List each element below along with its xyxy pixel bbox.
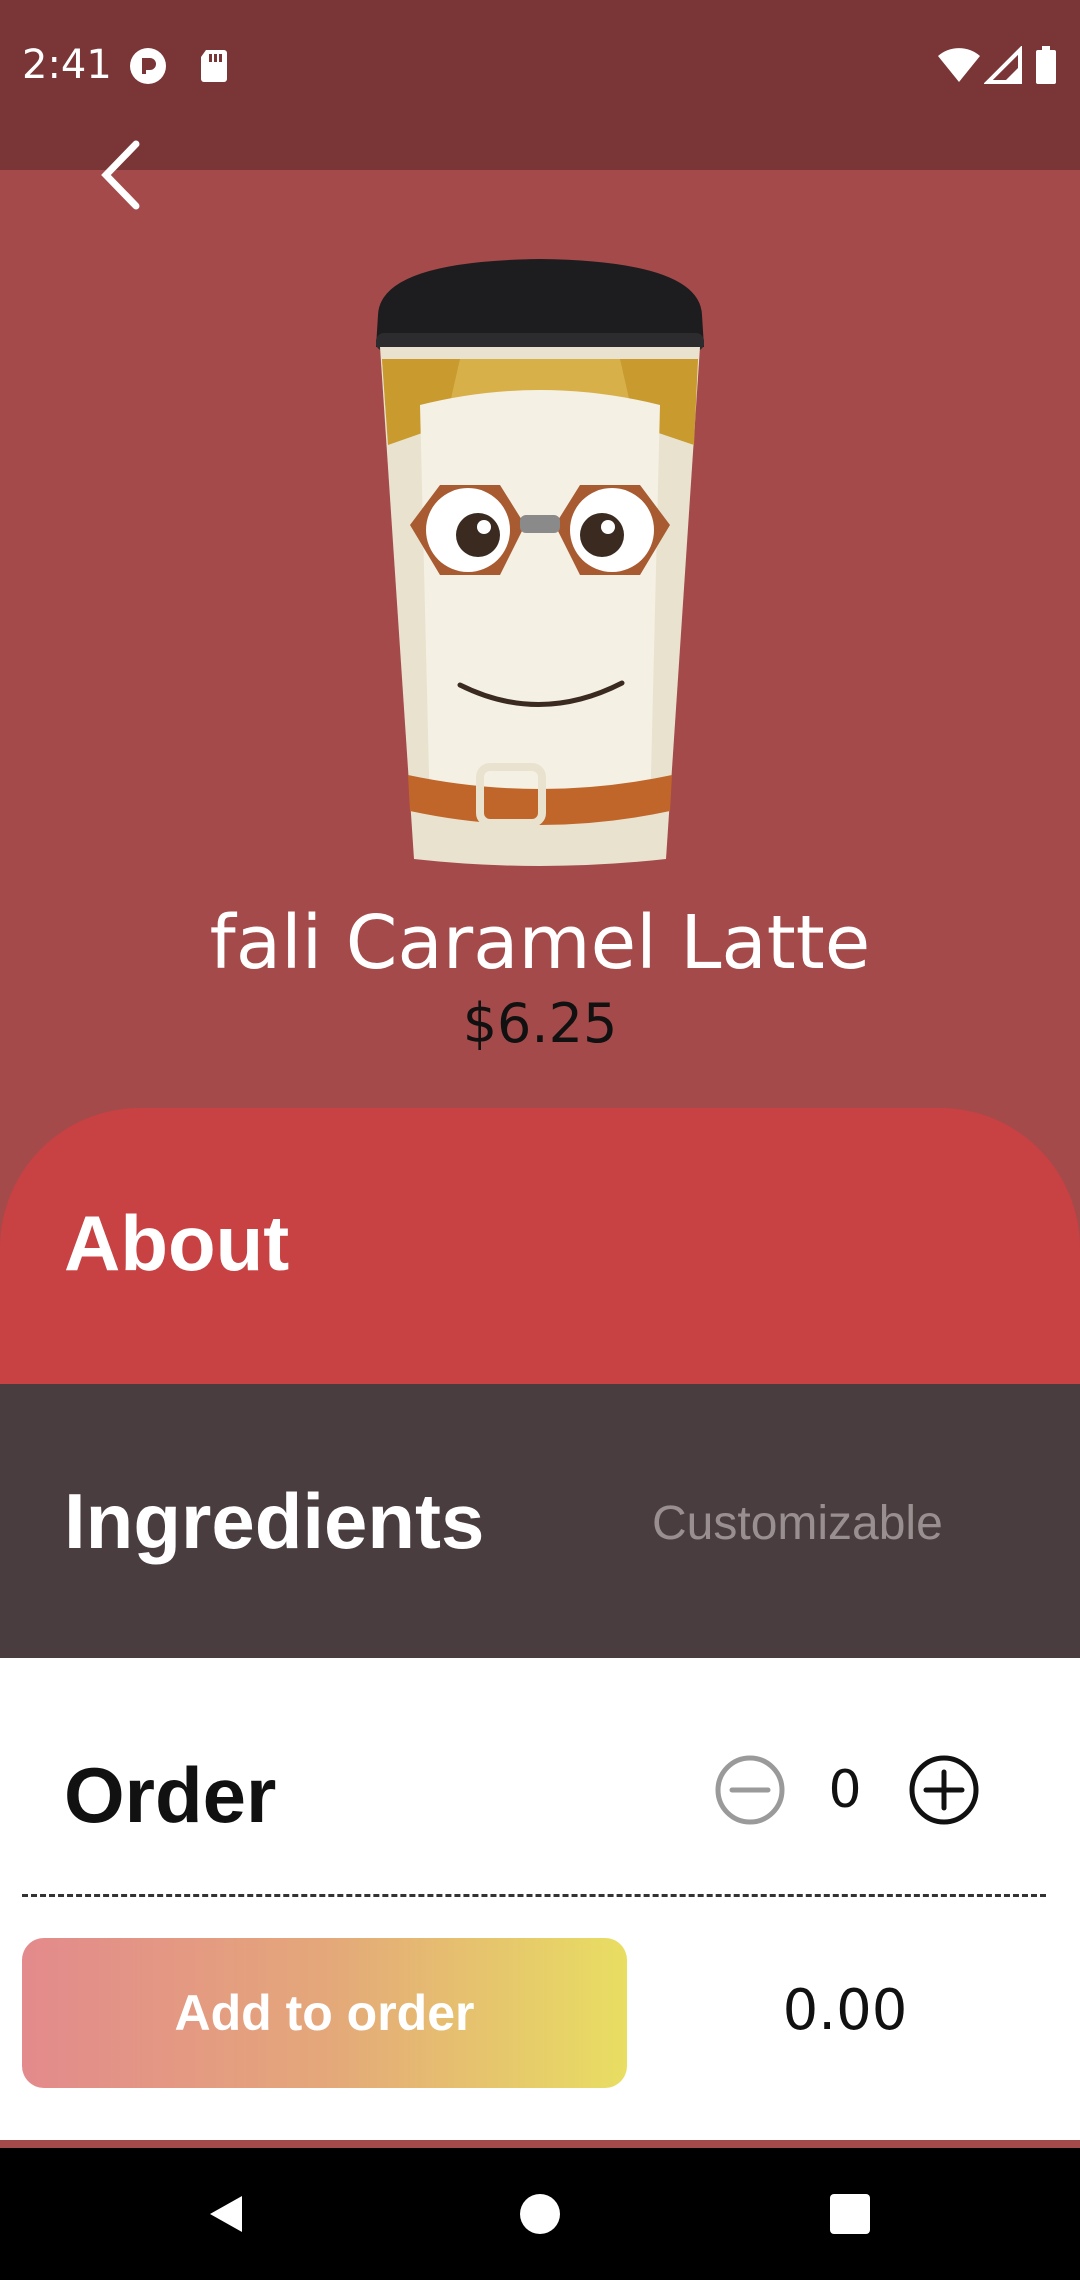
about-title: About: [64, 1199, 290, 1287]
about-section[interactable]: About: [0, 1108, 1080, 1384]
order-section: Order 0 Add to order 0.00: [0, 1658, 1080, 2140]
product-price: $6.25: [462, 992, 618, 1055]
product-image: [376, 259, 704, 866]
home-circle-icon: [520, 2194, 560, 2234]
status-time: 2:41: [22, 42, 112, 88]
product-name: fali Caramel Latte: [209, 900, 871, 986]
pocket-casts-icon: [128, 46, 168, 86]
status-bar: 2:41: [0, 0, 1080, 170]
nav-home-button[interactable]: [504, 2178, 576, 2250]
back-triangle-icon: [210, 2196, 242, 2232]
quantity-value: 0: [828, 1760, 862, 1820]
decrease-quantity-button[interactable]: [714, 1754, 786, 1826]
chevron-left-icon: [101, 140, 140, 210]
recents-square-icon: [830, 2194, 870, 2234]
battery-icon: [1034, 46, 1058, 86]
signal-icon: [983, 45, 1024, 86]
order-title: Order: [64, 1751, 277, 1839]
add-to-order-button[interactable]: Add to order: [22, 1938, 627, 2088]
nav-recents-button[interactable]: [814, 2178, 886, 2250]
sd-card-icon: [194, 46, 234, 86]
nav-back-button[interactable]: [190, 2178, 262, 2250]
order-total: 0.00: [782, 1978, 908, 2043]
minus-circle-icon: [715, 1755, 785, 1825]
wifi-icon: [936, 46, 982, 86]
back-button[interactable]: [80, 130, 160, 220]
ingredients-title: Ingredients: [64, 1477, 485, 1565]
ingredients-section[interactable]: Ingredients Customizable: [0, 1384, 1080, 1658]
dashed-divider: [22, 1894, 1046, 1897]
bottom-strip: [0, 2140, 1080, 2148]
increase-quantity-button[interactable]: [908, 1754, 980, 1826]
system-nav-bar: [0, 2148, 1080, 2280]
customizable-label: Customizable: [652, 1497, 943, 1550]
plus-circle-icon: [909, 1755, 979, 1825]
